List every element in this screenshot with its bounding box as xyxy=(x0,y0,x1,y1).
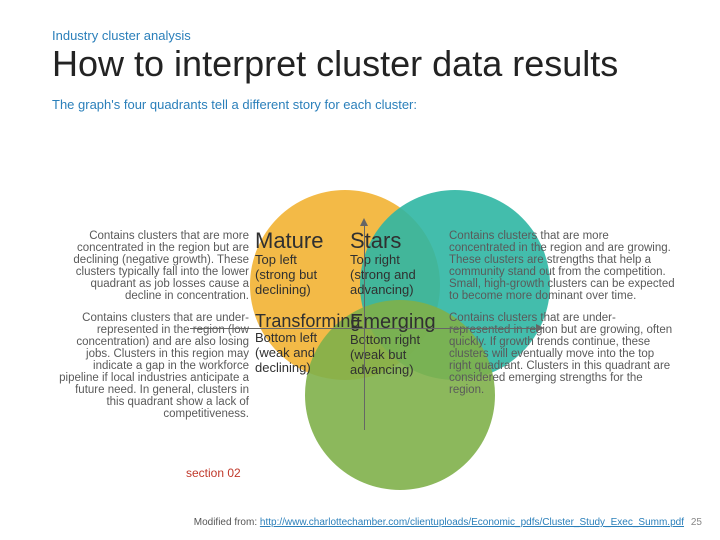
mature-sub: Top left xyxy=(255,252,350,267)
transforming-desc: (weak and declining) xyxy=(255,345,350,375)
quadrant-grid: Contains clusters that are more concentr… xyxy=(55,230,675,420)
transforming-sub: Bottom left xyxy=(255,330,350,345)
arrow-right-icon xyxy=(536,324,544,332)
mature-head: Mature xyxy=(255,230,350,252)
mature-body: Contains clusters that are more concentr… xyxy=(55,230,255,302)
stars-body: Contains clusters that are more concentr… xyxy=(445,230,675,302)
page-number: 25 xyxy=(691,517,702,528)
slide: Industry cluster analysis How to interpr… xyxy=(0,0,720,540)
source-link[interactable]: http://www.charlottechamber.com/clientup… xyxy=(260,517,684,528)
mature-desc: (strong but declining) xyxy=(255,267,350,297)
kicker: Industry cluster analysis xyxy=(52,28,684,43)
axis-horizontal xyxy=(190,328,538,329)
page-title: How to interpret cluster data results xyxy=(52,45,684,83)
section-label: section 02 xyxy=(186,466,241,480)
modified-from: Modified from: http://www.charlottechamb… xyxy=(194,517,684,528)
modified-prefix: Modified from: xyxy=(194,517,260,528)
lead-text: The graph's four quadrants tell a differ… xyxy=(52,97,684,112)
arrow-up-icon xyxy=(360,218,368,226)
